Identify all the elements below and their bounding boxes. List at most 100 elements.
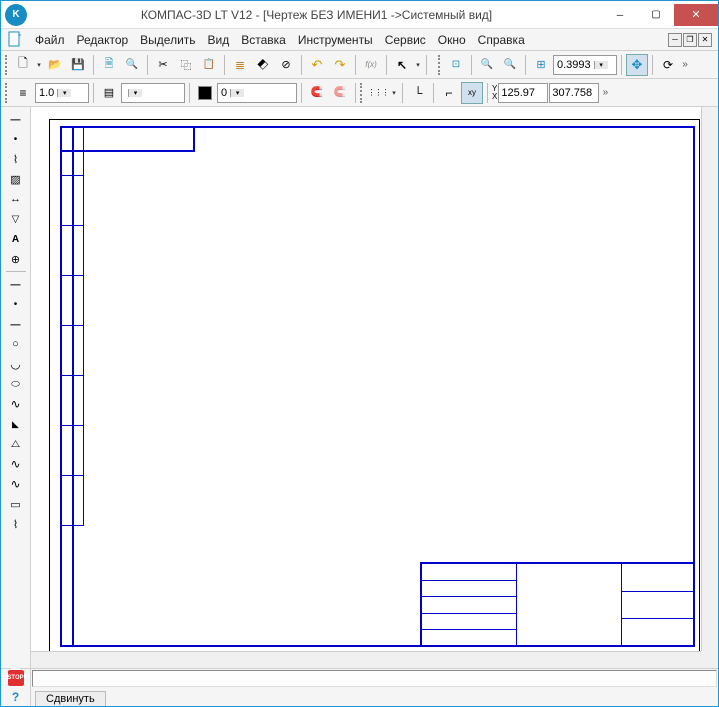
undo-button[interactable]: [306, 54, 328, 76]
scrollbar-corner: [701, 651, 718, 668]
drawing-canvas[interactable]: [31, 107, 718, 668]
print-button[interactable]: [98, 54, 120, 76]
spline-tool-button[interactable]: [5, 394, 27, 414]
break-tool-button[interactable]: [5, 434, 27, 454]
selection-button[interactable]: [391, 54, 413, 76]
color-button[interactable]: [194, 82, 216, 104]
toolbar-overflow[interactable]: [600, 82, 610, 104]
coord-tracking-button[interactable]: [461, 82, 483, 104]
tab-shift[interactable]: Сдвинуть: [35, 691, 106, 706]
coord-y-input[interactable]: [549, 83, 599, 103]
paste-button[interactable]: [198, 54, 220, 76]
layer-combo[interactable]: [121, 83, 185, 103]
zoom-window-button[interactable]: [445, 54, 467, 76]
hatch-tool-button[interactable]: [5, 169, 27, 189]
eraser-button[interactable]: [252, 54, 274, 76]
properties-button[interactable]: [229, 54, 251, 76]
toolbar-grip[interactable]: [5, 83, 9, 103]
zoom-out-button[interactable]: [499, 54, 521, 76]
chamfer-tool-button[interactable]: [5, 414, 27, 434]
left-toolbar: [1, 107, 31, 668]
color-combo[interactable]: 0: [217, 83, 297, 103]
zoom-in-button[interactable]: [476, 54, 498, 76]
layer-dropdown-icon[interactable]: [128, 89, 142, 97]
ellipse-tool-button[interactable]: [5, 374, 27, 394]
menu-select[interactable]: Выделить: [134, 31, 201, 49]
toolbar-grip[interactable]: [5, 55, 9, 75]
zoom-combo[interactable]: 0.3993: [553, 55, 617, 75]
snap-on-button[interactable]: [306, 82, 328, 104]
menu-file[interactable]: Файл: [29, 31, 71, 49]
toolbar-grip[interactable]: [360, 83, 364, 103]
aux-point-tool-button[interactable]: [5, 294, 27, 314]
grid-dropdown[interactable]: [390, 89, 398, 97]
selection-dropdown[interactable]: [414, 61, 422, 69]
pan-button[interactable]: [626, 54, 648, 76]
save-button[interactable]: [67, 54, 89, 76]
menu-window[interactable]: Окно: [432, 31, 472, 49]
circle-tool-button[interactable]: [5, 334, 27, 354]
maximize-button[interactable]: [638, 4, 674, 26]
close-button[interactable]: [674, 4, 718, 26]
local-cs-button[interactable]: [438, 82, 460, 104]
dimension-tool-button[interactable]: [5, 189, 27, 209]
help-icon[interactable]: ?: [8, 689, 24, 705]
color-value[interactable]: 0: [218, 87, 230, 99]
polyline-tool-button[interactable]: [5, 149, 27, 169]
menu-service[interactable]: Сервис: [379, 31, 432, 49]
line-width-dropdown-icon[interactable]: [57, 89, 71, 97]
redo-button[interactable]: [329, 54, 351, 76]
nurbs-tool-button[interactable]: [5, 474, 27, 494]
horizontal-scrollbar[interactable]: [31, 651, 701, 668]
print-preview-button[interactable]: [121, 54, 143, 76]
minimize-button[interactable]: [602, 4, 638, 26]
yx-label: Y X: [492, 85, 497, 101]
cut-button[interactable]: [152, 54, 174, 76]
zoom-value[interactable]: 0.3993: [554, 59, 594, 71]
new-dropdown[interactable]: [35, 61, 43, 69]
copy-button[interactable]: [175, 54, 197, 76]
point-tool-button[interactable]: [5, 129, 27, 149]
toolbar-grip[interactable]: [438, 55, 442, 75]
command-line[interactable]: [32, 670, 717, 687]
color-dropdown-icon[interactable]: [230, 89, 244, 97]
zoom-fit-button[interactable]: [530, 54, 552, 76]
text-tool-button[interactable]: [5, 229, 27, 249]
menu-tools[interactable]: Инструменты: [292, 31, 379, 49]
ortho-button[interactable]: [407, 82, 429, 104]
redraw-button[interactable]: [657, 54, 679, 76]
menu-view[interactable]: Вид: [202, 31, 236, 49]
zoom-dropdown-icon[interactable]: [594, 61, 608, 69]
contour-tool-button[interactable]: [5, 514, 27, 534]
toolbar-overflow[interactable]: [680, 54, 690, 76]
vertical-scrollbar[interactable]: [701, 107, 718, 651]
grid-button[interactable]: [367, 82, 389, 104]
line-width-value[interactable]: 1.0: [36, 87, 57, 99]
rectangle-tool-button[interactable]: [5, 494, 27, 514]
mdi-close-button[interactable]: ✕: [698, 33, 712, 47]
menu-insert[interactable]: Вставка: [235, 31, 292, 49]
line-width-combo[interactable]: 1.0: [35, 83, 89, 103]
bezier-tool-button[interactable]: [5, 454, 27, 474]
layer-button[interactable]: [98, 82, 120, 104]
mdi-restore-button[interactable]: ❐: [683, 33, 697, 47]
mdi-minimize-button[interactable]: ─: [668, 33, 682, 47]
variables-button[interactable]: [360, 54, 382, 76]
stop-icon[interactable]: STOP: [8, 670, 24, 686]
coord-x-input[interactable]: [498, 83, 548, 103]
document-icon[interactable]: [7, 31, 25, 49]
new-button[interactable]: [12, 54, 34, 76]
arc-tool-button[interactable]: [5, 354, 27, 374]
aux-line-tool-button[interactable]: [5, 314, 27, 334]
delete-button[interactable]: [275, 54, 297, 76]
menu-edit[interactable]: Редактор: [71, 31, 135, 49]
snap-off-button[interactable]: [329, 82, 351, 104]
sheet-outer-frame: [49, 119, 700, 654]
menu-help[interactable]: Справка: [472, 31, 531, 49]
line-style-button[interactable]: [12, 82, 34, 104]
open-button[interactable]: [44, 54, 66, 76]
roughness-tool-button[interactable]: [5, 209, 27, 229]
axis-tool-button[interactable]: [5, 249, 27, 269]
line-tool-button[interactable]: [5, 109, 27, 129]
segment-tool-button[interactable]: [5, 274, 27, 294]
